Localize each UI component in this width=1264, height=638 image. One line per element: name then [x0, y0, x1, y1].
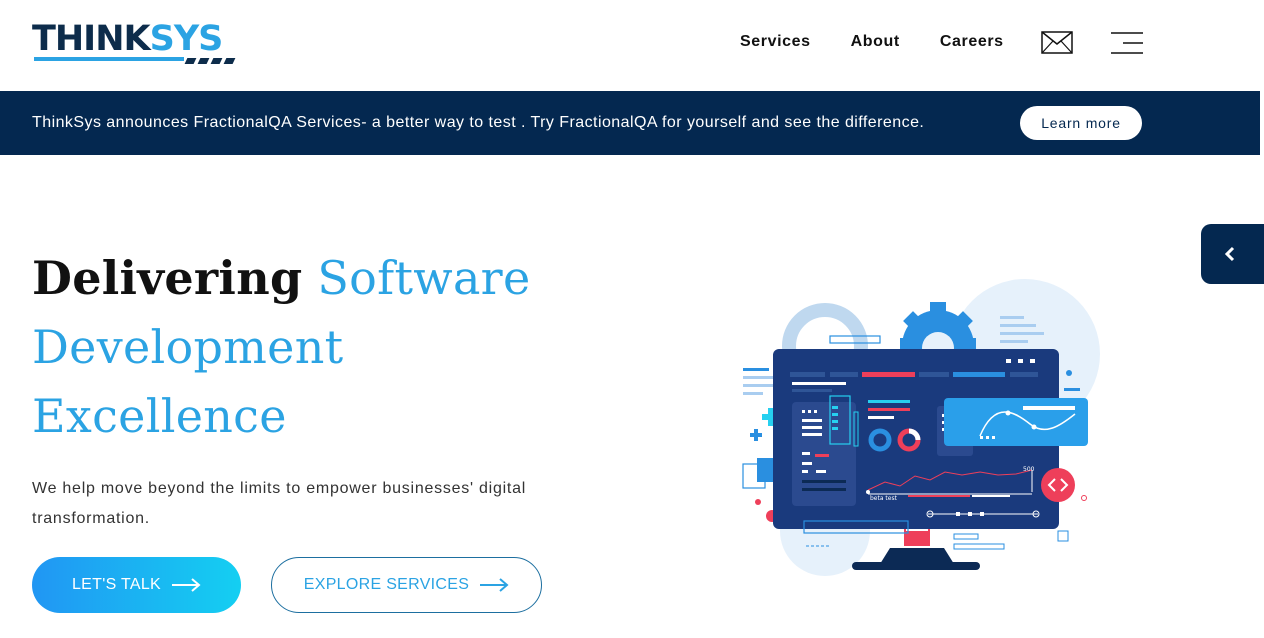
- logo-think-text: THINK: [32, 19, 151, 59]
- chart-caption: beta test: [870, 495, 898, 502]
- thinksys-logo[interactable]: THINKSYS: [32, 20, 236, 66]
- hero-heading-line1: Delivering Software: [32, 244, 531, 313]
- logo-dashes: [184, 58, 236, 64]
- logo-wordmark: THINKSYS: [32, 20, 232, 58]
- chart-peak-label: 500: [1023, 466, 1035, 473]
- lets-talk-label: LET'S TALK: [71, 576, 162, 593]
- nav-services-link[interactable]: Services: [740, 32, 811, 52]
- hero-heading: Delivering Software Development Excellen…: [32, 244, 531, 451]
- nav-about-link[interactable]: About: [851, 32, 900, 52]
- arrow-right-icon: [480, 578, 509, 592]
- logo-sys-text: SYS: [149, 19, 224, 59]
- lets-talk-button[interactable]: LET'S TALK: [32, 557, 241, 613]
- explore-services-button[interactable]: EXPLORE SERVICES: [271, 557, 542, 613]
- site-header: THINKSYS Services About Careers: [0, 0, 1264, 91]
- envelope-icon[interactable]: [1041, 31, 1073, 54]
- hero-heading-line3: Excellence: [32, 389, 287, 443]
- software-dashboard-illustration: 500 beta test: [742, 279, 1100, 576]
- explore-services-label: EXPLORE SERVICES: [303, 576, 470, 593]
- nav-careers-link[interactable]: Careers: [940, 32, 1004, 52]
- hero-heading-software: Software: [317, 251, 531, 305]
- hero-subtitle: We help move beyond the limits to empowe…: [32, 480, 527, 527]
- hamburger-menu-icon[interactable]: [1111, 31, 1143, 55]
- logo-underline: [34, 57, 184, 61]
- announcement-banner: ThinkSys announces FractionalQA Services…: [0, 91, 1260, 155]
- announcement-text: ThinkSys announces FractionalQA Services…: [32, 114, 925, 131]
- chevron-left-icon: [1224, 246, 1235, 262]
- plus-icon: [750, 429, 762, 441]
- hero-heading-line2: Development: [32, 320, 344, 374]
- side-panel-toggle[interactable]: [1201, 224, 1264, 284]
- arrow-right-icon: [172, 578, 201, 592]
- main-nav: Services About Careers: [740, 32, 1044, 52]
- learn-more-button[interactable]: Learn more: [1020, 106, 1142, 140]
- hero-heading-strong: Delivering: [32, 251, 303, 305]
